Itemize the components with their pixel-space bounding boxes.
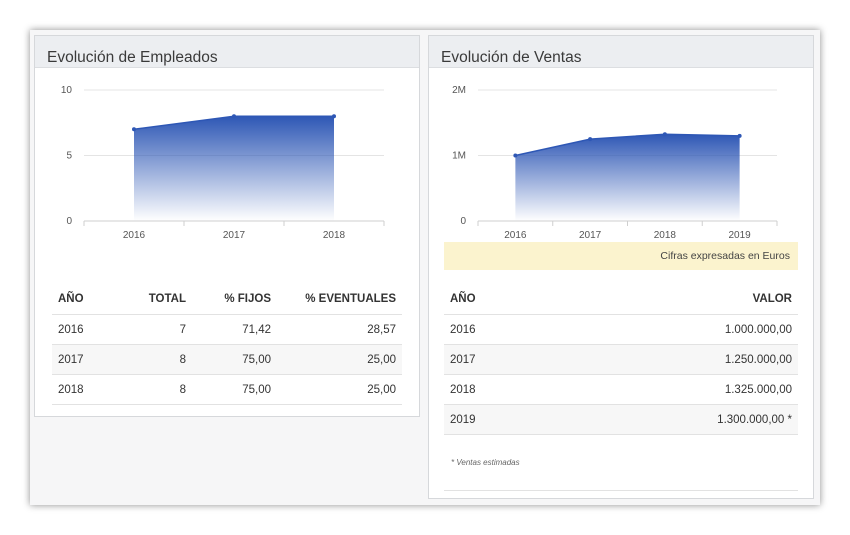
- temporary-cell: 25,00: [277, 344, 402, 375]
- x-tick-label: 2019: [729, 230, 752, 240]
- data-point: [332, 114, 336, 119]
- value-cell: 1.000.000,00: [544, 314, 798, 345]
- area-fill: [134, 116, 334, 221]
- x-tick-label: 2017: [579, 230, 602, 240]
- column-header-year: AÑO: [450, 293, 476, 305]
- column-header-temporary: % EVENTUALES: [305, 293, 396, 305]
- total-cell: 8: [112, 374, 192, 405]
- data-point: [232, 114, 236, 119]
- year-cell: 2016: [444, 314, 544, 345]
- data-point: [132, 127, 136, 132]
- table-row: 2016 1.000.000,00: [444, 314, 798, 345]
- fixed-cell: 75,00: [192, 374, 277, 405]
- sales-panel: Evolución de Ventas 0 1M 2M 2016 2017 2018 201…: [428, 35, 814, 499]
- sales-panel-title: Evolución de Ventas: [429, 36, 813, 68]
- total-cell: 7: [112, 314, 192, 345]
- sales-table: AÑO VALOR 2016 1.000.000,00 2017 1.250.0…: [444, 284, 798, 435]
- table-header-row: AÑO TOTAL % FIJOS % EVENTUALES: [52, 284, 402, 315]
- column-header-year: AÑO: [58, 293, 84, 305]
- column-header-value: VALOR: [752, 293, 792, 305]
- x-tick-label: 2016: [123, 230, 146, 240]
- y-tick-label: 0: [460, 216, 466, 227]
- y-tick-label: 2M: [452, 85, 466, 96]
- year-cell: 2017: [444, 344, 544, 375]
- x-tick-label: 2016: [504, 230, 527, 240]
- y-tick-label: 10: [61, 85, 73, 96]
- year-cell: 2019: [444, 404, 544, 435]
- data-point: [588, 137, 593, 142]
- y-tick-label: 1M: [452, 151, 466, 162]
- currency-note: Cifras expresadas en Euros: [444, 242, 798, 270]
- table-row: 2016 7 71,42 28,57: [52, 314, 402, 345]
- table-row: 2018 1.325.000,00: [444, 374, 798, 405]
- data-point: [513, 153, 518, 158]
- value-cell: 1.300.000,00 *: [544, 404, 798, 435]
- x-tick-label: 2018: [654, 230, 677, 240]
- total-cell: 8: [112, 344, 192, 375]
- estimate-footnote: * Ventas estimadas: [451, 458, 520, 467]
- sales-chart: 0 1M 2M 2016 2017 2018 2019: [452, 85, 778, 240]
- x-tick-label: 2018: [323, 230, 346, 240]
- fixed-cell: 75,00: [192, 344, 277, 375]
- value-cell: 1.325.000,00: [544, 374, 798, 405]
- x-tick-label: 2017: [223, 230, 246, 240]
- column-header-fixed: % FIJOS: [224, 293, 271, 305]
- year-cell: 2017: [52, 344, 112, 375]
- year-cell: 2018: [52, 374, 112, 405]
- temporary-cell: 28,57: [277, 314, 402, 345]
- value-cell: 1.250.000,00: [544, 344, 798, 375]
- table-row: 2019 1.300.000,00 *: [444, 404, 798, 435]
- table-header-row: AÑO VALOR: [444, 284, 798, 315]
- area-fill: [515, 134, 740, 221]
- fixed-cell: 71,42: [192, 314, 277, 345]
- year-cell: 2018: [444, 374, 544, 405]
- y-tick-label: 5: [66, 151, 72, 162]
- employees-chart: 0 5 10 2016 2017 2018: [61, 85, 385, 240]
- employees-panel-title: Evolución de Empleados: [35, 36, 419, 68]
- data-point: [662, 132, 667, 137]
- column-header-total: TOTAL: [148, 293, 186, 305]
- employees-table: AÑO TOTAL % FIJOS % EVENTUALES 2016 7 71…: [52, 284, 402, 405]
- employees-panel: Evolución de Empleados 0 5 10 2016 2017 2018 …: [34, 35, 420, 417]
- y-tick-label: 0: [66, 216, 72, 227]
- table-row: 2017 8 75,00 25,00: [52, 344, 402, 375]
- year-cell: 2016: [52, 314, 112, 345]
- temporary-cell: 25,00: [277, 374, 402, 405]
- divider: [444, 490, 798, 491]
- table-row: 2018 8 75,00 25,00: [52, 374, 402, 405]
- dashboard-frame: Evolución de Empleados 0 5 10 2016 2017 2018 …: [30, 30, 820, 505]
- table-row: 2017 1.250.000,00: [444, 344, 798, 375]
- data-point: [737, 133, 742, 138]
